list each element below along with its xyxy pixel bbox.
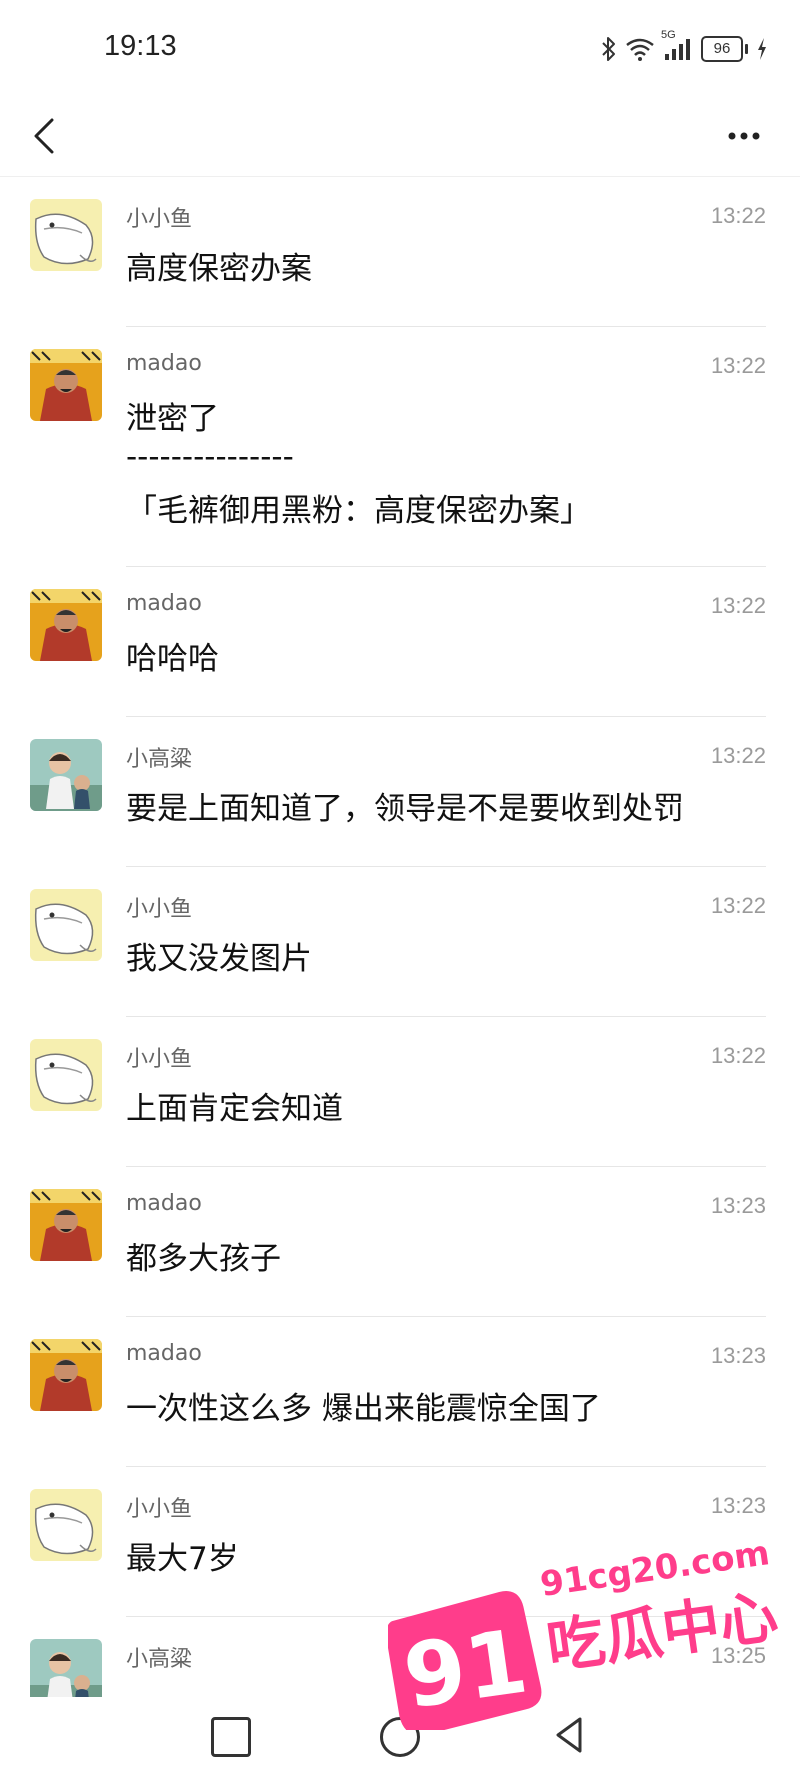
message-time: 13:22 — [710, 353, 766, 378]
status-icons: 5G 96 — [601, 29, 768, 66]
message-item[interactable]: 小高粱 13:25 — [0, 1617, 800, 1697]
message-item[interactable]: 小高粱 13:22 要是上面知道了，领导是不是要收到处罚 — [0, 717, 800, 867]
battery-level: 96 — [701, 36, 743, 62]
system-navigation-bar — [0, 1697, 800, 1777]
status-time: 19:13 — [104, 30, 177, 62]
avatar[interactable] — [30, 1639, 102, 1697]
message-text: --------------- — [126, 439, 294, 475]
sender-name[interactable]: 小小鱼 — [126, 1041, 192, 1073]
message-item[interactable]: madao 13:23 都多大孩子 — [0, 1167, 800, 1317]
child-avatar-icon — [30, 739, 102, 811]
fish-avatar-icon — [30, 1039, 102, 1111]
message-item[interactable]: madao 13:22 泄密了 --------------- 「毛裤御用黑粉：… — [0, 327, 800, 567]
message-text: 上面肯定会知道 — [126, 1091, 343, 1127]
battery-icon: 96 — [701, 36, 748, 62]
sender-name[interactable]: 小高粱 — [126, 741, 192, 773]
fish-avatar-icon — [30, 1489, 102, 1561]
message-list[interactable]: 小小鱼 13:22 高度保密办案 madao 13:22 泄密了 -------… — [0, 177, 800, 1697]
message-item[interactable]: 小小鱼 13:22 我又没发图片 — [0, 867, 800, 1017]
message-item[interactable]: 小小鱼 13:22 高度保密办案 — [0, 177, 800, 327]
madao-avatar-icon — [30, 1189, 102, 1261]
charging-icon — [758, 38, 766, 60]
madao-avatar-icon — [30, 1339, 102, 1411]
fish-avatar-icon — [30, 889, 102, 961]
chat-header — [0, 96, 800, 176]
message-time: 13:22 — [710, 1043, 766, 1068]
back-triangle-icon[interactable] — [550, 1715, 590, 1755]
sender-name[interactable]: madao — [126, 1341, 202, 1366]
sender-name[interactable]: 小小鱼 — [126, 891, 192, 923]
message-text: 最大7岁 — [126, 1541, 239, 1577]
sender-name[interactable]: madao — [126, 351, 202, 376]
wifi-icon — [626, 38, 654, 61]
madao-avatar-icon — [30, 589, 102, 661]
avatar[interactable] — [30, 589, 102, 661]
message-time: 13:22 — [710, 893, 766, 918]
more-options-button[interactable] — [714, 114, 774, 158]
bluetooth-icon — [602, 37, 615, 61]
signal-group: 5G — [661, 29, 693, 61]
message-item[interactable]: 小小鱼 13:23 最大7岁 — [0, 1467, 800, 1617]
message-time: 13:22 — [710, 743, 766, 768]
message-item[interactable]: madao 13:22 哈哈哈 — [0, 567, 800, 717]
sender-name[interactable]: 小小鱼 — [126, 201, 192, 233]
avatar[interactable] — [30, 1489, 102, 1561]
home-circle-icon[interactable] — [380, 1717, 420, 1757]
message-item[interactable]: 小小鱼 13:22 上面肯定会知道 — [0, 1017, 800, 1167]
avatar[interactable] — [30, 199, 102, 271]
avatar[interactable] — [30, 739, 102, 811]
sender-name[interactable]: madao — [126, 1191, 202, 1216]
message-text: 一次性这么多 爆出来能震惊全国了 — [126, 1391, 601, 1427]
avatar[interactable] — [30, 1339, 102, 1411]
message-text: 哈哈哈 — [126, 641, 219, 677]
avatar[interactable] — [30, 1189, 102, 1261]
avatar[interactable] — [30, 1039, 102, 1111]
avatar[interactable] — [30, 889, 102, 961]
sender-name[interactable]: 小小鱼 — [126, 1491, 192, 1523]
fish-avatar-icon — [30, 199, 102, 271]
message-text: 高度保密办案 — [126, 251, 312, 287]
avatar[interactable] — [30, 349, 102, 421]
sender-name[interactable]: madao — [126, 591, 202, 616]
message-time: 13:25 — [710, 1643, 766, 1668]
message-text: 我又没发图片 — [126, 941, 312, 977]
message-text: 泄密了 — [126, 401, 219, 437]
recent-apps-square-icon[interactable] — [211, 1717, 251, 1757]
message-time: 13:22 — [710, 203, 766, 228]
network-type-label: 5G — [661, 29, 676, 41]
sender-name[interactable]: 小高粱 — [126, 1641, 192, 1673]
message-time: 13:23 — [710, 1343, 766, 1368]
madao-avatar-icon — [30, 349, 102, 421]
child-avatar-icon — [30, 1639, 102, 1697]
status-bar: 19:13 5G 96 — [0, 0, 800, 96]
chevron-left-icon — [34, 118, 54, 154]
more-dots-icon — [728, 132, 760, 140]
message-time: 13:23 — [710, 1193, 766, 1218]
message-item[interactable]: madao 13:23 一次性这么多 爆出来能震惊全国了 — [0, 1317, 800, 1467]
message-text: 都多大孩子 — [126, 1241, 281, 1277]
message-time: 13:22 — [710, 593, 766, 618]
message-text: 要是上面知道了，领导是不是要收到处罚 — [126, 791, 684, 827]
message-text: 「毛裤御用黑粉：高度保密办案」 — [126, 493, 591, 529]
back-button[interactable] — [24, 110, 68, 162]
message-time: 13:23 — [710, 1493, 766, 1518]
